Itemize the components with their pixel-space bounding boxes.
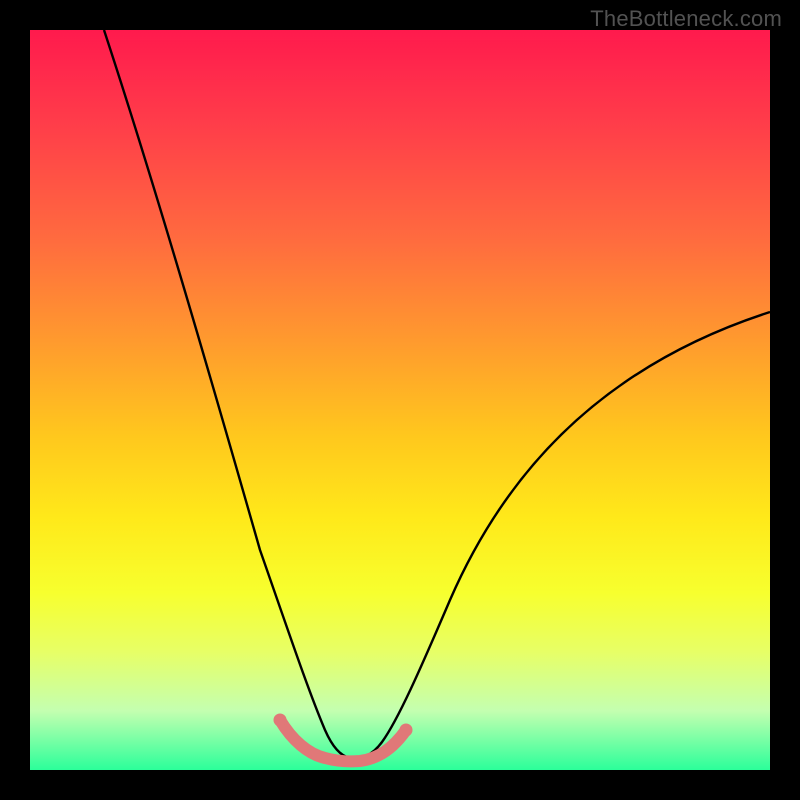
band-cap-right	[400, 724, 413, 737]
bottleneck-curve	[104, 30, 770, 758]
chart-svg	[30, 30, 770, 770]
plot-area	[30, 30, 770, 770]
tolerance-band	[280, 720, 406, 761]
watermark-text: TheBottleneck.com	[590, 6, 782, 32]
chart-frame: TheBottleneck.com	[0, 0, 800, 800]
band-cap-left	[274, 714, 287, 727]
